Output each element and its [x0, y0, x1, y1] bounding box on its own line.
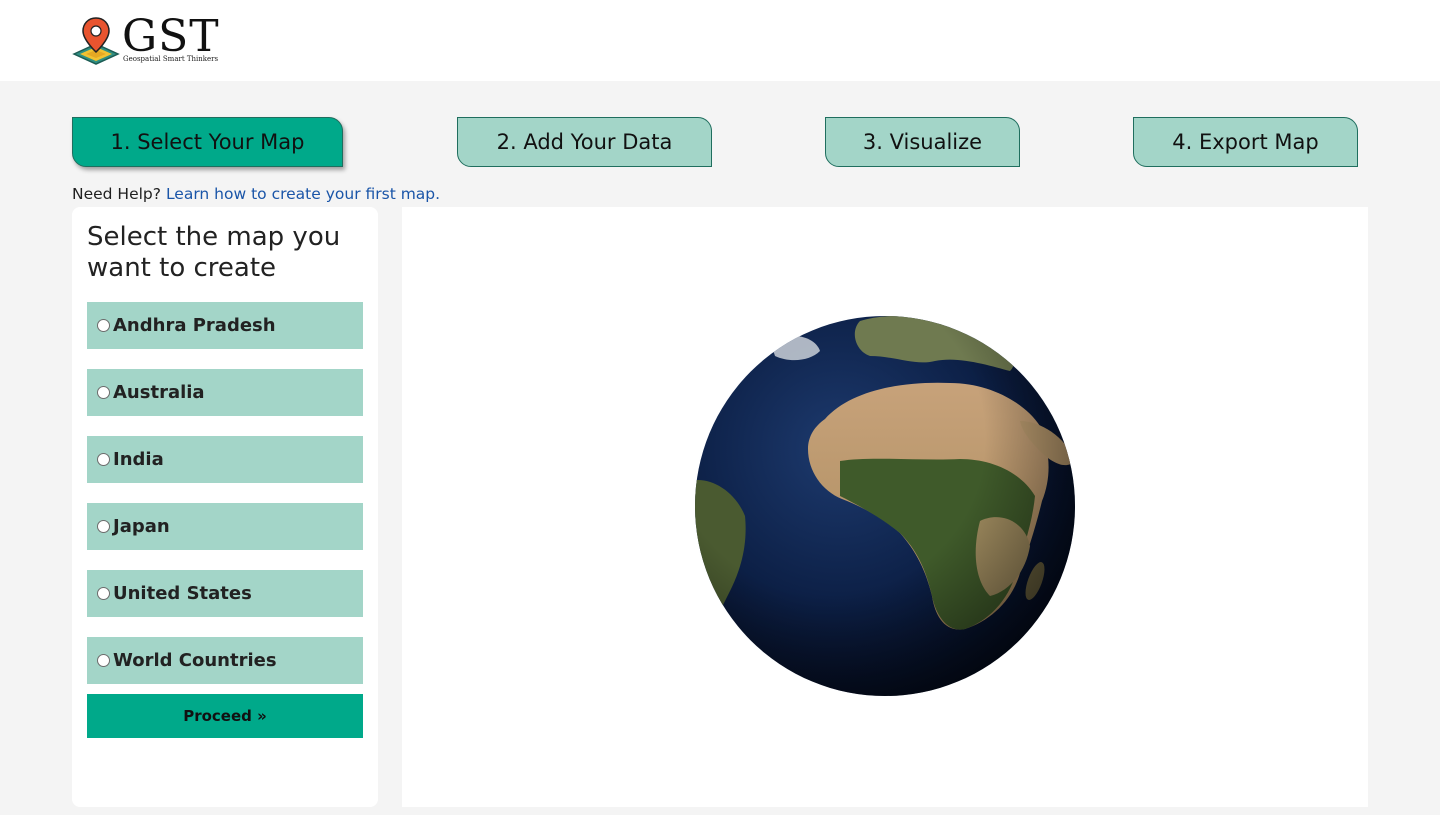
help-link[interactable]: Learn how to create your first map. — [166, 185, 440, 203]
radio-button[interactable] — [97, 453, 110, 466]
wizard-steps: 1. Select Your Map 2. Add Your Data 3. V… — [0, 117, 1440, 169]
option-label: United States — [113, 583, 252, 604]
option-label: India — [113, 449, 164, 470]
logo[interactable]: GST Geospatial Smart Thinkers — [72, 11, 222, 68]
option-world-countries[interactable]: World Countries — [87, 637, 363, 684]
option-andhra-pradesh[interactable]: Andhra Pradesh — [87, 302, 363, 349]
panel-title: Select the map you want to create — [87, 222, 341, 283]
map-pin-icon — [72, 17, 120, 65]
step-add-data[interactable]: 2. Add Your Data — [457, 117, 712, 167]
logo-tagline: Geospatial Smart Thinkers — [123, 55, 219, 63]
radio-button[interactable] — [97, 319, 110, 332]
step-visualize[interactable]: 3. Visualize — [825, 117, 1020, 167]
help-prefix: Need Help? — [72, 185, 161, 203]
header: GST Geospatial Smart Thinkers — [0, 0, 1440, 81]
radio-button[interactable] — [97, 520, 110, 533]
option-label: Japan — [113, 516, 170, 537]
option-label: Australia — [113, 382, 205, 403]
radio-button[interactable] — [97, 654, 110, 667]
earth-globe-icon[interactable] — [690, 311, 1080, 701]
option-label: Andhra Pradesh — [113, 315, 276, 336]
step-export-map[interactable]: 4. Export Map — [1133, 117, 1358, 167]
option-united-states[interactable]: United States — [87, 570, 363, 617]
radio-button[interactable] — [97, 386, 110, 399]
help-text: Need Help? Learn how to create your firs… — [72, 185, 440, 203]
step-select-map[interactable]: 1. Select Your Map — [72, 117, 343, 167]
proceed-button[interactable]: Proceed » — [87, 694, 363, 738]
option-japan[interactable]: Japan — [87, 503, 363, 550]
map-preview — [402, 207, 1368, 807]
option-india[interactable]: India — [87, 436, 363, 483]
map-selection-panel: Select the map you want to create Andhra… — [72, 207, 378, 807]
option-label: World Countries — [113, 650, 277, 671]
radio-button[interactable] — [97, 587, 110, 600]
option-australia[interactable]: Australia — [87, 369, 363, 416]
